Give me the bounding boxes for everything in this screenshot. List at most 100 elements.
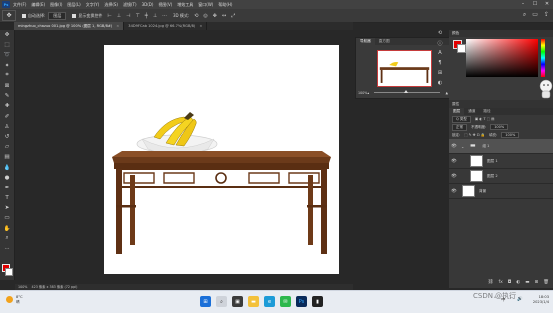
tab-layers[interactable]: 图层 — [449, 108, 465, 115]
eyedropper-tool-icon[interactable]: ✎ — [0, 91, 14, 101]
delete-layer-icon[interactable]: 🗑 — [543, 280, 549, 288]
blend-mode-dropdown[interactable]: 正常 — [452, 123, 467, 131]
blur-tool-icon[interactable]: 💧 — [0, 162, 14, 172]
lasso-tool-icon[interactable]: ➰ — [0, 50, 14, 60]
fill-input[interactable]: 100% — [501, 132, 520, 138]
tab-channels[interactable]: 通道 — [464, 108, 479, 115]
taskbar-clock[interactable]: 18:03 2023/1/4 — [533, 295, 549, 305]
hue-slider[interactable] — [541, 39, 545, 77]
document-tab[interactable]: 34D9FCab 1024.jpg @ 66.7%(RGB/8) × — [124, 22, 208, 30]
wechat-icon[interactable]: ✉ — [280, 296, 291, 307]
zoom-readout[interactable]: 100% — [18, 285, 27, 289]
path-selection-tool-icon[interactable]: ➤ — [0, 203, 14, 213]
more-tools-icon[interactable]: ··· — [0, 244, 14, 254]
edge-browser-icon[interactable]: e — [264, 296, 275, 307]
layer-row[interactable]: 👁 图层 1 — [449, 154, 553, 169]
menu-plugins[interactable]: 增效工具 — [177, 2, 193, 8]
align-left-icon[interactable]: ⊢ — [107, 13, 111, 19]
menu-view[interactable]: 视图(V) — [158, 2, 172, 8]
visibility-eye-icon[interactable]: 👁 — [449, 174, 459, 179]
maximize-icon[interactable]: ☐ — [529, 0, 541, 9]
more-options-icon[interactable]: ··· — [162, 13, 167, 19]
color-picker-field[interactable] — [466, 39, 538, 77]
healing-brush-tool-icon[interactable]: ✚ — [0, 101, 14, 111]
opacity-input[interactable]: 100% — [490, 124, 509, 130]
menu-edit[interactable]: 编辑(E) — [31, 2, 45, 8]
adjustment-layer-icon[interactable]: ◐ — [516, 280, 520, 288]
clone-stamp-tool-icon[interactable]: ♙ — [0, 122, 14, 132]
shape-tool-icon[interactable]: ▭ — [0, 213, 14, 223]
menu-filter[interactable]: 滤镜(T) — [123, 2, 137, 8]
pen-tool-icon[interactable]: ✒ — [0, 183, 14, 193]
adjustments-icon[interactable]: ◐ — [433, 80, 447, 90]
tab-navigator[interactable]: 导航器 — [356, 38, 375, 45]
link-layers-icon[interactable]: ⛓ — [488, 280, 494, 288]
visibility-eye-icon[interactable]: 👁 — [449, 144, 459, 149]
pan-3d-icon[interactable]: ✥ — [213, 13, 217, 19]
glyphs-icon[interactable]: ⊞ — [433, 70, 447, 80]
document-canvas[interactable] — [104, 45, 339, 274]
brush-tool-icon[interactable]: ✐ — [0, 112, 14, 122]
menu-help[interactable]: 帮助(H) — [218, 2, 232, 8]
align-right-icon[interactable]: ⊣ — [126, 13, 130, 19]
character-icon[interactable]: A — [433, 50, 447, 60]
menu-type[interactable]: 文字(Y) — [86, 2, 100, 8]
dodge-tool-icon[interactable]: ● — [0, 173, 14, 183]
slide-3d-icon[interactable]: ↔ — [222, 13, 226, 19]
search-icon[interactable]: ⌕ — [523, 11, 526, 19]
share-icon[interactable]: ⇪ — [544, 11, 549, 19]
zoom-slider[interactable] — [374, 90, 441, 93]
properties-title[interactable]: 属性 — [452, 102, 459, 106]
menu-window[interactable]: 窗口(W) — [198, 2, 213, 8]
weather-widget[interactable]: 8°C 晴 — [6, 295, 23, 304]
visibility-eye-icon[interactable]: 👁 — [449, 159, 459, 164]
history-icon[interactable]: ⟲ — [433, 30, 447, 40]
orbit-3d-icon[interactable]: ⟲ — [194, 13, 198, 19]
navigator-thumbnail[interactable] — [377, 50, 432, 87]
chevron-down-icon[interactable]: ⌄ — [461, 144, 464, 149]
transform-controls-option[interactable]: 显示变换控件 — [72, 13, 102, 19]
auto-select-option[interactable]: 自动选择: 图层 — [22, 11, 67, 20]
transform-checkbox[interactable] — [72, 13, 77, 18]
scale-3d-icon[interactable]: ⤢ — [231, 13, 235, 19]
fx-icon[interactable]: fx — [498, 280, 502, 288]
close-tab-icon[interactable]: × — [116, 24, 119, 28]
volume-icon[interactable]: 🔊 — [517, 297, 523, 303]
tab-histogram[interactable]: 直方图 — [375, 38, 394, 45]
zoom-out-icon[interactable]: ▴ — [367, 91, 369, 95]
minimize-icon[interactable]: – — [517, 0, 529, 9]
task-view-icon[interactable]: ▣ — [232, 296, 243, 307]
paragraph-icon[interactable]: ¶ — [433, 60, 447, 70]
info-icon[interactable]: ⓘ — [433, 40, 447, 50]
menu-file[interactable]: 文件(F) — [13, 2, 26, 8]
menu-select[interactable]: 选择(S) — [104, 2, 118, 8]
layer-row-background[interactable]: 👁 背景 — [449, 184, 553, 199]
align-top-icon[interactable]: ⊤ — [135, 13, 139, 19]
eraser-tool-icon[interactable]: ▱ — [0, 142, 14, 152]
layer-kind-filter[interactable]: Q 类型 — [452, 115, 471, 123]
visibility-eye-icon[interactable]: 👁 — [449, 189, 459, 194]
align-center-icon[interactable]: ⊥ — [117, 13, 121, 19]
hand-tool-icon[interactable]: ✋ — [0, 224, 14, 234]
crop-tool-icon[interactable]: ⌗ — [0, 71, 14, 81]
frame-tool-icon[interactable]: ⊠ — [0, 81, 14, 91]
windows-start-icon[interactable]: ⊞ — [200, 296, 211, 307]
workspace-icon[interactable]: ▭ — [532, 11, 538, 19]
new-layer-icon[interactable]: ⊞ — [535, 280, 539, 288]
new-group-icon[interactable]: ▬ — [525, 280, 529, 288]
auto-select-dropdown[interactable]: 图层 — [48, 11, 67, 20]
layer-row[interactable]: 👁 图层 2 — [449, 169, 553, 184]
desktop-pet[interactable] — [538, 76, 553, 100]
layer-row-group[interactable]: 👁 ⌄ ▬ 组 1 — [449, 139, 553, 154]
type-tool-icon[interactable]: T — [0, 193, 14, 203]
move-tool-icon[interactable]: ✥ — [0, 30, 14, 40]
background-color-swatch[interactable] — [5, 268, 13, 276]
align-bottom-icon[interactable]: ⊥ — [153, 13, 157, 19]
close-icon[interactable]: ✕ — [541, 0, 553, 9]
menu-image[interactable]: 图像(I) — [50, 2, 62, 8]
magic-wand-tool-icon[interactable]: ✦ — [0, 61, 14, 71]
close-tab-icon[interactable]: × — [199, 24, 202, 28]
menu-3d[interactable]: 3D(D) — [142, 2, 154, 7]
search-icon[interactable]: ⌕ — [216, 296, 227, 307]
lock-icons[interactable]: ⬚ ✎ ✥ ⊡ 🔒 — [464, 133, 485, 137]
